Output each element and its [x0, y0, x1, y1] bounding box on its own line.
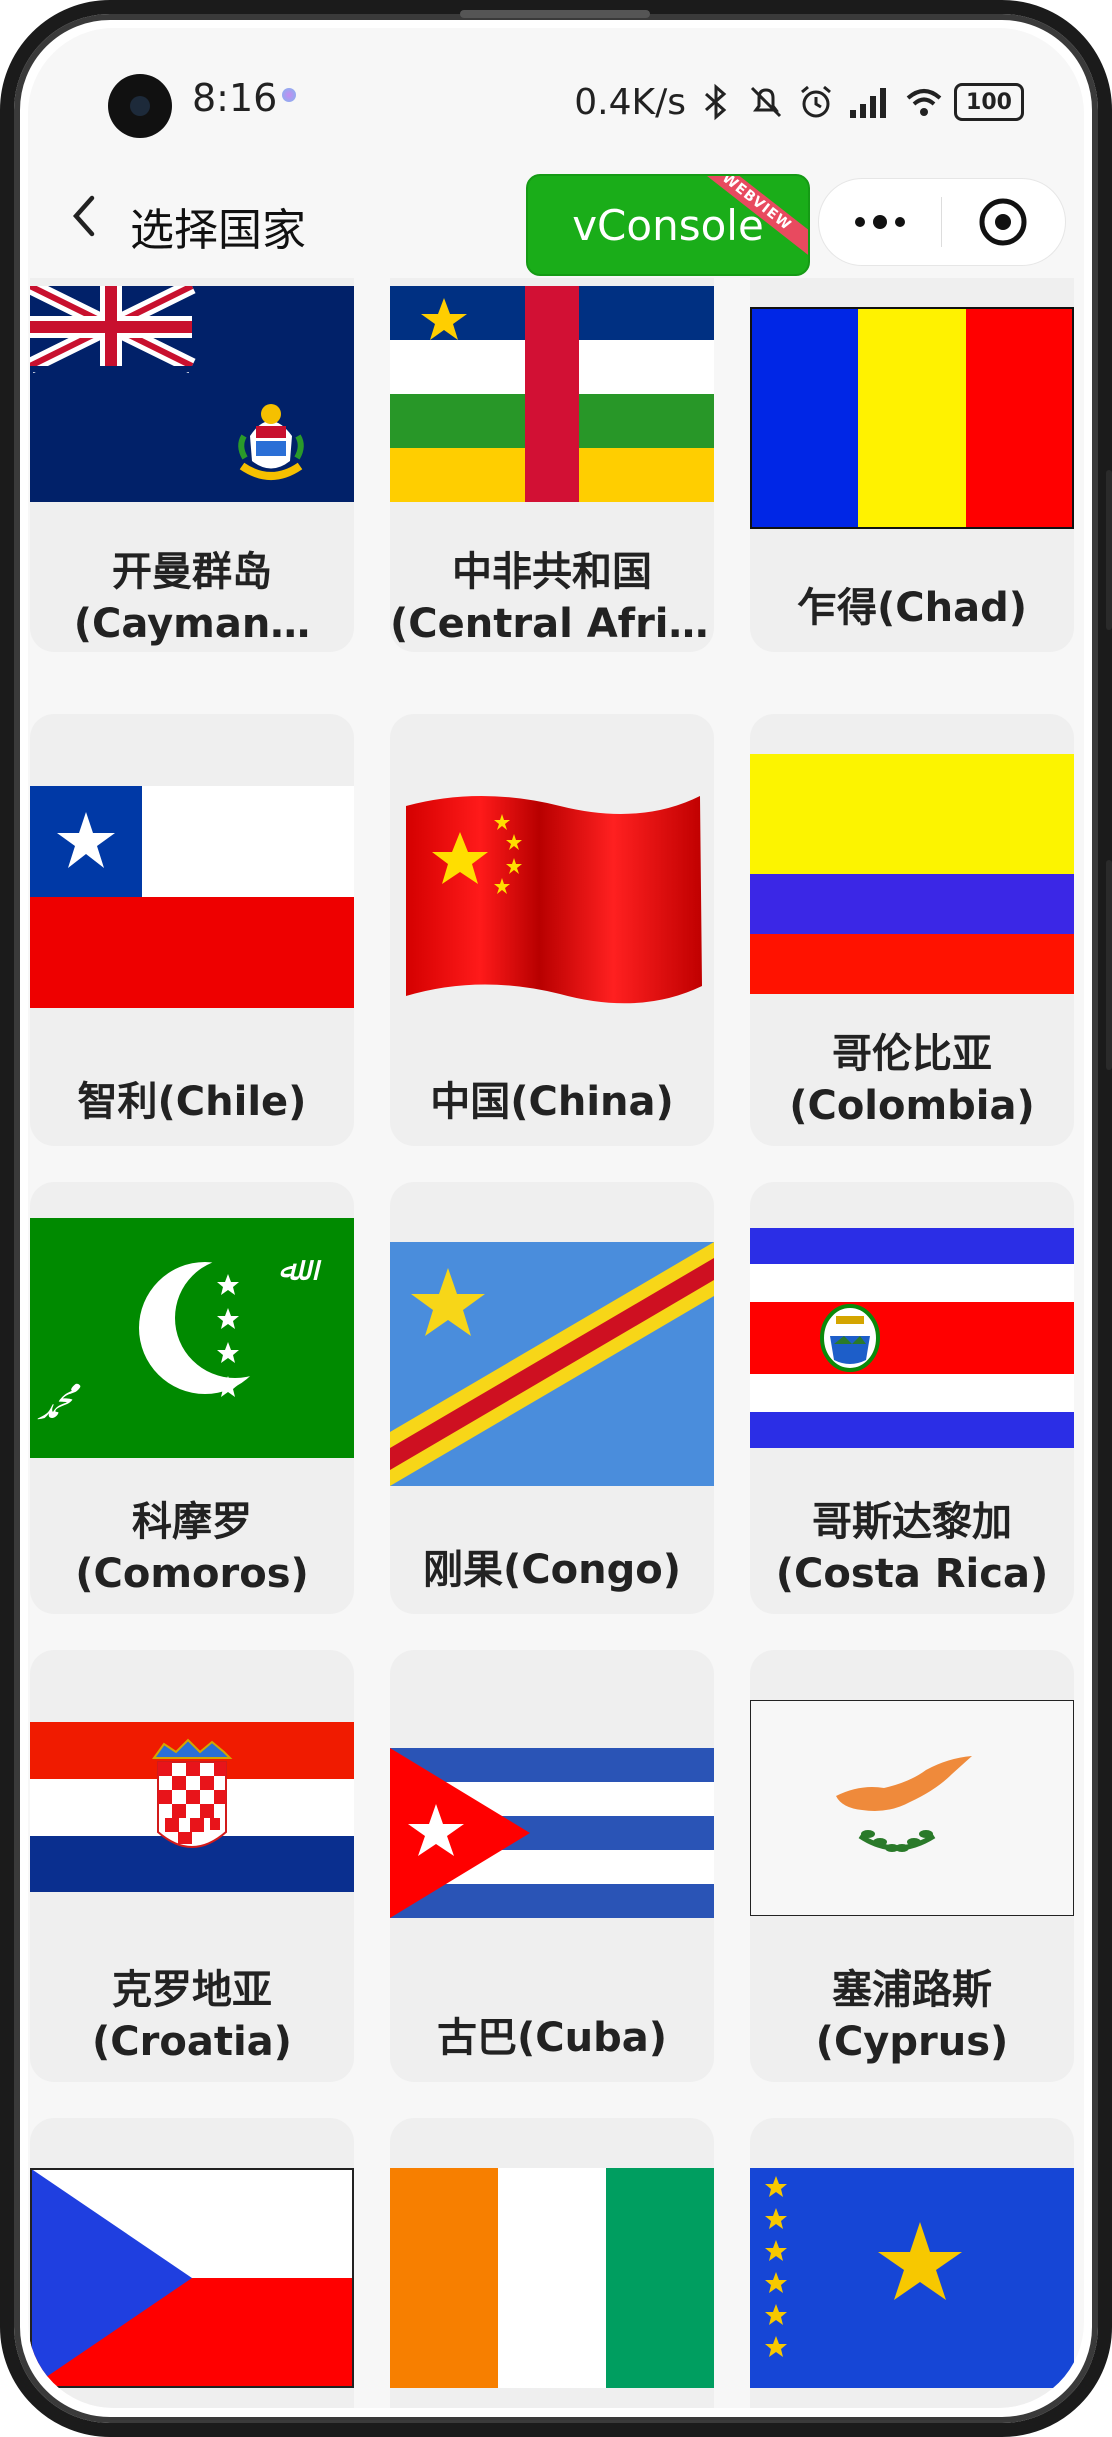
country-name: 刚果(Congo) [423, 1547, 681, 1593]
country-name-en: (Costa Rica) [775, 1551, 1049, 1597]
flag-chile-icon [30, 786, 354, 1008]
alarm-icon [801, 85, 831, 118]
country-card-china[interactable]: 中国(China) [390, 714, 714, 1146]
country-name: 中国(China) [430, 1079, 674, 1125]
country-name-en: (Central Afric… [390, 601, 714, 647]
flag-comoros-icon: ﷲ ﷴ [30, 1218, 354, 1458]
country-grid: 开曼群岛 (Cayman… 中非共和国 (Central Afric… 乍得(C… [28, 278, 1084, 2408]
phone-frame: 8:16 0.4K/s 100 选择国家 vConsole WEBVIEW 开曼… [0, 0, 1112, 2437]
country-card-central-african-republic[interactable]: 中非共和国 (Central Afric… [390, 278, 714, 652]
country-label: 开曼群岛 (Cayman… [30, 546, 354, 650]
page-title: 选择国家 [130, 205, 306, 256]
country-label: 塞浦路斯 (Cyprus) [750, 1964, 1074, 2068]
country-name-en: (Croatia) [92, 2019, 292, 2065]
country-name: 塞浦路斯 [832, 1967, 992, 2013]
country-card-costa-rica[interactable]: 哥斯达黎加 (Costa Rica) [750, 1182, 1074, 1614]
flag-central-african-republic-icon [390, 286, 714, 502]
battery-icon: 100 [954, 83, 1024, 121]
bluetooth-icon [705, 83, 727, 121]
country-card-cyprus[interactable]: 塞浦路斯 (Cyprus) [750, 1650, 1074, 2082]
back-arrow-icon[interactable] [56, 186, 116, 246]
country-label: 哥伦比亚 (Colombia) [750, 1028, 1074, 1132]
target-circle-icon [979, 198, 1027, 246]
nav-bar: 选择国家 vConsole WEBVIEW [28, 158, 1084, 278]
volume-button [1106, 470, 1112, 630]
flag-china-icon [406, 796, 702, 1004]
country-card-comoros[interactable]: ﷲ ﷴ 科摩罗 (Comoros) [30, 1182, 354, 1614]
country-card-dr-congo[interactable] [750, 2118, 1074, 2408]
flag-dr-congo-icon [750, 2168, 1074, 2388]
country-name-en: (Cayman… [73, 601, 311, 647]
flag-colombia-icon [750, 754, 1074, 994]
country-name: 古巴(Cuba) [436, 2015, 668, 2061]
country-card-chad[interactable]: 乍得(Chad) [750, 278, 1074, 652]
country-card-cote-divoire[interactable] [390, 2118, 714, 2408]
screen: 8:16 0.4K/s 100 选择国家 vConsole WEBVIEW 开曼… [28, 28, 1084, 2408]
country-label: 科摩罗 (Comoros) [30, 1496, 354, 1600]
country-name: 科摩罗 [132, 1499, 252, 1545]
country-name-en: (Colombia) [789, 1083, 1035, 1129]
miniprogram-capsule [818, 178, 1066, 266]
country-name: 哥斯达黎加 [812, 1499, 1012, 1545]
country-card-croatia[interactable]: 克罗地亚 (Croatia) [30, 1650, 354, 2082]
vconsole-label: vConsole [572, 200, 764, 250]
country-card-cuba[interactable]: 古巴(Cuba) [390, 1650, 714, 2082]
flag-cote-divoire-icon [390, 2168, 714, 2388]
wifi-icon [906, 89, 942, 116]
country-label: 哥斯达黎加 (Costa Rica) [750, 1496, 1074, 1600]
country-label: 乍得(Chad) [750, 582, 1074, 634]
flag-cyprus-icon [750, 1700, 1074, 1916]
flag-costa-rica-icon [750, 1228, 1074, 1448]
country-name-en: (Comoros) [75, 1551, 309, 1597]
status-time: 8:16 [192, 76, 278, 120]
country-name: 智利(Chile) [77, 1079, 307, 1125]
country-name: 克罗地亚 [112, 1967, 272, 2013]
status-icons: 0.4K/s 100 [574, 74, 1024, 130]
flag-congo-icon [390, 1242, 714, 1486]
country-card-colombia[interactable]: 哥伦比亚 (Colombia) [750, 714, 1074, 1146]
country-label: 中国(China) [390, 1076, 714, 1128]
country-name: 中非共和国 [452, 549, 652, 595]
front-camera [108, 74, 172, 138]
status-bar: 8:16 0.4K/s 100 [28, 28, 1084, 158]
notification-dot-icon [282, 88, 296, 102]
more-button[interactable] [819, 179, 941, 265]
country-label: 智利(Chile) [30, 1076, 354, 1128]
vconsole-button[interactable]: vConsole WEBVIEW [526, 174, 810, 276]
close-miniprogram-button[interactable] [942, 179, 1064, 265]
flag-chad-icon [750, 307, 1074, 529]
country-name-en: (Cyprus) [815, 2019, 1009, 2065]
earpiece-speaker [460, 10, 650, 18]
flag-croatia-icon [30, 1722, 354, 1892]
flag-cayman-islands-icon [30, 286, 354, 502]
flag-cuba-icon [390, 1748, 714, 1918]
country-name: 乍得(Chad) [796, 585, 1028, 631]
country-card-cayman[interactable]: 开曼群岛 (Cayman… [30, 278, 354, 652]
country-name: 哥伦比亚 [832, 1031, 992, 1077]
country-label: 刚果(Congo) [390, 1544, 714, 1596]
country-label: 古巴(Cuba) [390, 2012, 714, 2064]
country-card-chile[interactable]: 智利(Chile) [30, 714, 354, 1146]
country-label: 中非共和国 (Central Afric… [390, 546, 714, 650]
flag-czech-republic-icon [30, 2168, 354, 2388]
power-button [1106, 860, 1112, 1070]
network-speed: 0.4K/s [574, 81, 686, 123]
country-card-czech[interactable] [30, 2118, 354, 2408]
country-name: 开曼群岛 [112, 549, 272, 595]
signal-icon [850, 88, 886, 118]
country-card-congo[interactable]: 刚果(Congo) [390, 1182, 714, 1614]
country-label: 克罗地亚 (Croatia) [30, 1964, 354, 2068]
mute-bell-icon [750, 86, 782, 118]
more-dots-icon [855, 215, 905, 229]
